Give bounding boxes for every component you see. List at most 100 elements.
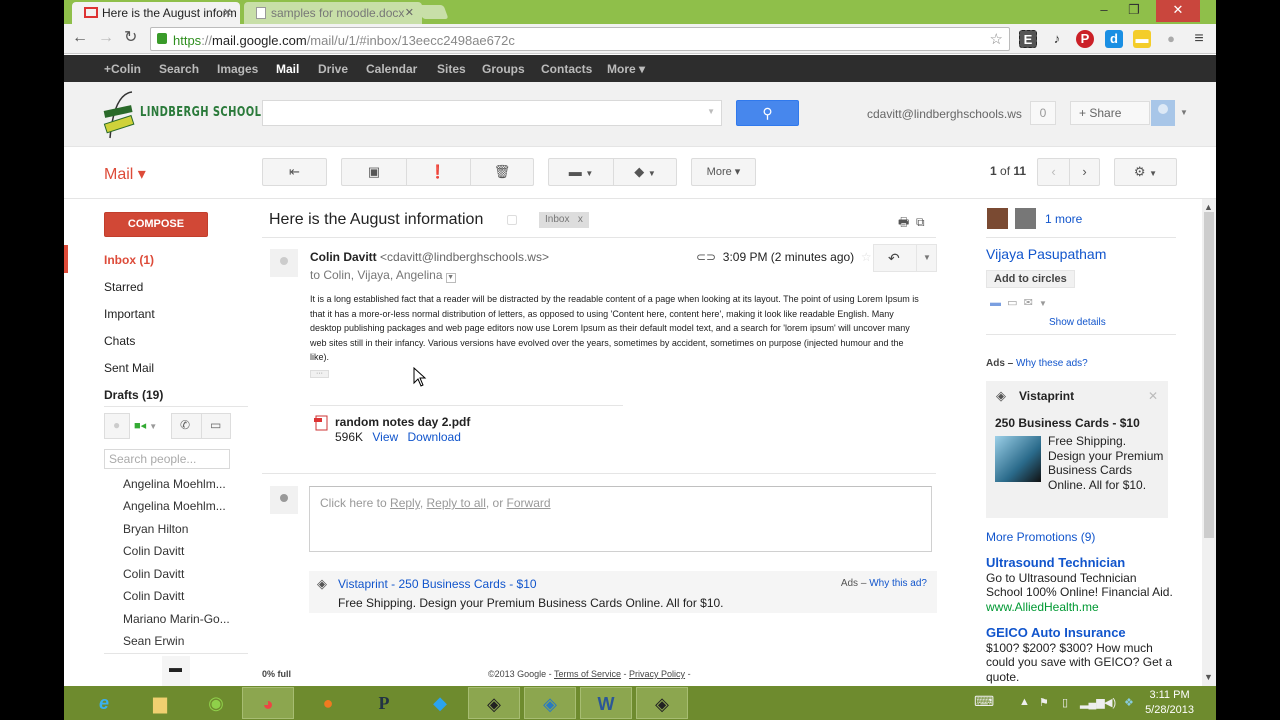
- gbar-sites[interactable]: Sites: [437, 62, 466, 76]
- chat-contact[interactable]: Colin Davitt: [123, 589, 184, 603]
- chat-status-button[interactable]: ●: [104, 413, 130, 439]
- more-promotions-link[interactable]: More Promotions (9): [986, 530, 1095, 544]
- search-people-input[interactable]: Search people...: [104, 449, 230, 469]
- mail-search-input[interactable]: ▼: [262, 100, 722, 126]
- reply-options-icon[interactable]: ▼: [923, 253, 931, 262]
- why-this-ad-link[interactable]: Why this ad?: [869, 578, 927, 589]
- chat-contact[interactable]: Colin Davitt: [123, 544, 184, 558]
- participant-avatar[interactable]: [1015, 208, 1036, 229]
- sidebar-item-starred[interactable]: Starred: [104, 280, 143, 294]
- sticky-note-icon[interactable]: ▬: [1133, 30, 1151, 48]
- sidebar-item-inbox[interactable]: Inbox (1): [104, 253, 154, 267]
- bookmark-star-icon[interactable]: ☆: [990, 30, 1003, 48]
- video-icon[interactable]: ■◂ ▼: [134, 419, 157, 432]
- new-chat-button[interactable]: ▬: [162, 656, 190, 686]
- evernote-clip-icon[interactable]: E: [1019, 30, 1037, 48]
- volume-icon[interactable]: ◀): [1104, 696, 1116, 709]
- video-chat-icon[interactable]: ▭: [1007, 297, 1017, 309]
- reload-icon[interactable]: ↻: [124, 30, 137, 46]
- more-button[interactable]: More ▾: [691, 158, 756, 186]
- scrollbar-thumb[interactable]: [1204, 212, 1214, 538]
- remove-label-icon[interactable]: x: [578, 214, 583, 225]
- print-icon[interactable]: 🖶: [898, 215, 909, 229]
- chat-contact[interactable]: Sean Erwin: [123, 634, 184, 648]
- gbar-more[interactable]: More ▾: [607, 62, 645, 76]
- inline-ad-title[interactable]: Vistaprint - 250 Business Cards - $10: [338, 577, 537, 591]
- back-icon[interactable]: ←: [72, 30, 88, 46]
- newer-button[interactable]: ‹: [1038, 159, 1069, 185]
- show-trimmed-button[interactable]: ···: [310, 370, 329, 378]
- chevron-down-icon[interactable]: ▼: [1039, 299, 1047, 308]
- new-tab-button[interactable]: [417, 5, 449, 19]
- report-spam-button[interactable]: ❗: [406, 159, 470, 185]
- contact-name[interactable]: Vijaya Pasupatham: [986, 246, 1106, 262]
- new-window-icon[interactable]: ⧉: [916, 215, 925, 229]
- signal-icon[interactable]: ▂▄▆: [1080, 696, 1105, 709]
- close-tab-icon[interactable]: ✕: [405, 6, 414, 19]
- search-button[interactable]: ⚲: [736, 100, 799, 126]
- add-to-circles-button[interactable]: Add to circles: [986, 270, 1075, 288]
- gbar-drive[interactable]: Drive: [318, 62, 348, 76]
- reply-icon[interactable]: ↶: [888, 250, 900, 267]
- taskbar-word-icon[interactable]: W: [580, 687, 632, 719]
- participant-avatar[interactable]: [987, 208, 1008, 229]
- mail-menu[interactable]: Mail ▾: [104, 164, 146, 184]
- text-ad[interactable]: GEICO Auto Insurance $100? $200? $300? H…: [986, 625, 1176, 684]
- gbar-calendar[interactable]: Calendar: [366, 62, 417, 76]
- taskbar-chrome-icon[interactable]: ◕: [242, 687, 294, 719]
- close-window-button[interactable]: ✕: [1156, 0, 1200, 22]
- scroll-up-icon[interactable]: ▲: [1204, 202, 1213, 212]
- close-ad-icon[interactable]: ✕: [1148, 389, 1158, 403]
- account-avatar[interactable]: [1151, 100, 1175, 126]
- chat-contact[interactable]: Colin Davitt: [123, 567, 184, 581]
- show-hidden-icons[interactable]: ▲: [1019, 696, 1030, 708]
- minimize-button[interactable]: –: [1094, 0, 1114, 22]
- inbox-label[interactable]: Inbox x: [539, 212, 589, 228]
- address-bar[interactable]: https://mail.google.com/mail/u/1/#inbox/…: [150, 27, 1010, 51]
- taskbar-firefox-icon[interactable]: ●: [302, 687, 354, 719]
- older-button[interactable]: ›: [1069, 159, 1100, 185]
- terms-link[interactable]: Terms of Service: [554, 669, 621, 679]
- important-marker[interactable]: [507, 215, 517, 225]
- sidebar-item-chats[interactable]: Chats: [104, 334, 135, 348]
- gbar-mail[interactable]: Mail: [276, 62, 299, 76]
- gbar-search[interactable]: Search: [159, 62, 199, 76]
- show-details-icon[interactable]: ▼: [445, 273, 456, 283]
- reply-all-link[interactable]: Reply to all: [427, 496, 486, 510]
- view-attachment-link[interactable]: View: [372, 430, 398, 444]
- taskbar-explorer-icon[interactable]: ▆: [134, 687, 186, 719]
- notification-count[interactable]: 0: [1030, 101, 1056, 125]
- sidebar-item-important[interactable]: Important: [104, 307, 155, 321]
- search-options-icon[interactable]: ▼: [707, 107, 715, 116]
- delete-button[interactable]: 🗑: [470, 159, 534, 185]
- back-to-inbox-button[interactable]: ⇤: [262, 158, 327, 186]
- speech-icon[interactable]: ●: [1162, 30, 1180, 48]
- menu-icon[interactable]: ≡: [1190, 30, 1208, 48]
- dropbox-icon[interactable]: ❖: [1124, 696, 1134, 709]
- pinterest-icon[interactable]: P: [1076, 30, 1094, 48]
- battery-icon[interactable]: ▯: [1062, 696, 1068, 709]
- chat-contact[interactable]: Mariano Marin-Go...: [123, 612, 230, 626]
- compose-button[interactable]: COMPOSE: [104, 212, 208, 237]
- star-icon[interactable]: ☆: [861, 250, 872, 264]
- privacy-link[interactable]: Privacy Policy: [629, 669, 685, 679]
- chat-contact[interactable]: Angelina Moehlm...: [123, 499, 226, 513]
- taskbar-app-icon[interactable]: ◈: [524, 687, 576, 719]
- show-details-link[interactable]: Show details: [1049, 317, 1106, 328]
- taskbar-twitter-icon[interactable]: ◆: [414, 687, 466, 719]
- archive-button[interactable]: ▣: [342, 159, 406, 185]
- diigo-icon[interactable]: d: [1105, 30, 1123, 48]
- text-ad[interactable]: Ultrasound Technician Go to Ultrasound T…: [986, 555, 1176, 614]
- close-tab-icon[interactable]: ✕: [223, 6, 232, 19]
- email-icon[interactable]: ✉: [1024, 297, 1033, 309]
- chat-bubble-icon[interactable]: ▭: [210, 418, 221, 432]
- settings-button[interactable]: ⚙ ▼: [1114, 158, 1177, 186]
- gbar-groups[interactable]: Groups: [482, 62, 525, 76]
- taskbar-publisher-icon[interactable]: P: [358, 687, 410, 719]
- taskbar-ie-icon[interactable]: e: [78, 687, 130, 719]
- chat-icon[interactable]: ▬: [990, 297, 1001, 309]
- tab-gmail[interactable]: Here is the August inform ✕: [72, 2, 240, 24]
- gbar-contacts[interactable]: Contacts: [541, 62, 592, 76]
- tab-docx[interactable]: samples for moodle.docx ✕: [244, 2, 422, 24]
- forward-link[interactable]: Forward: [507, 496, 551, 510]
